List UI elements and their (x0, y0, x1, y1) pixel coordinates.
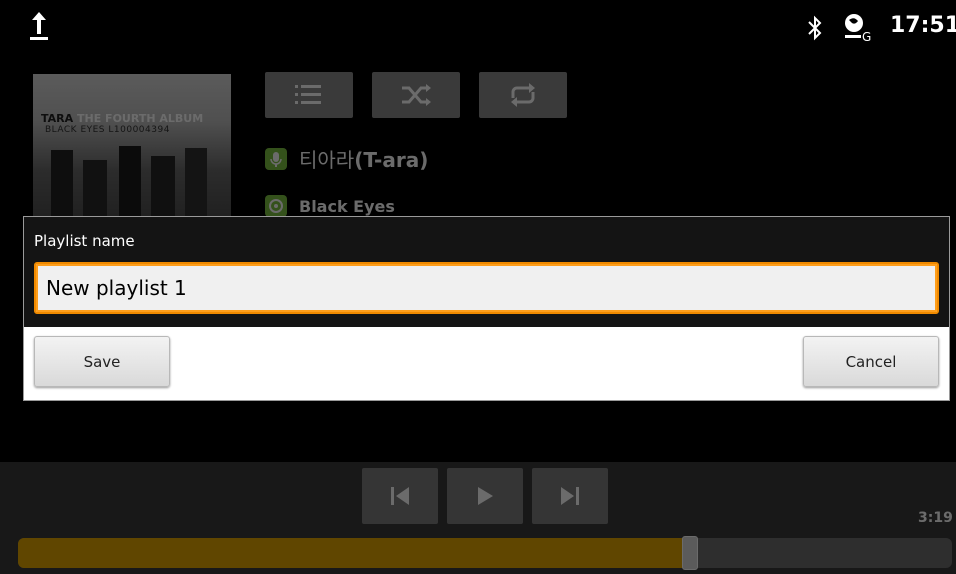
microphone-icon (265, 147, 287, 170)
save-button[interactable]: Save (34, 336, 170, 387)
song-title: Black Eyes (299, 196, 395, 216)
album-art-title: TARA THE FOURTH ALBUM (41, 112, 204, 125)
svg-text:G: G (862, 30, 871, 42)
bluetooth-icon (808, 15, 822, 41)
playlist-button[interactable] (265, 72, 353, 118)
album-art: TARA THE FOURTH ALBUM BLACK EYES L100004… (33, 74, 231, 234)
next-icon (561, 487, 579, 505)
playlist-icon (295, 85, 321, 104)
album-art-subtitle: BLACK EYES L100004394 (45, 125, 170, 135)
upload-icon (30, 12, 48, 40)
clock: 17:51 (890, 13, 956, 38)
dialog-button-bar: Save Cancel (24, 327, 949, 400)
progress-thumb[interactable] (682, 536, 698, 570)
cancel-button[interactable]: Cancel (803, 336, 939, 387)
artist-name: 티아라(T-ara) (299, 148, 429, 172)
repeat-icon (511, 83, 535, 107)
song-row: Black Eyes (265, 195, 395, 217)
shuffle-icon (402, 84, 431, 106)
status-bar: G 17:51 (0, 0, 956, 56)
play-button[interactable] (447, 468, 523, 524)
previous-button[interactable] (362, 468, 438, 524)
disc-icon (265, 195, 287, 217)
network-icon: G (845, 14, 871, 42)
shuffle-button[interactable] (372, 72, 460, 118)
total-time: 3:19 (918, 510, 953, 526)
new-playlist-dialog: Playlist name Save Cancel (23, 216, 950, 401)
next-button[interactable] (532, 468, 608, 524)
playlist-name-label: Playlist name (34, 232, 135, 250)
repeat-button[interactable] (479, 72, 567, 118)
dialog-body: Playlist name (24, 217, 949, 327)
artist-row: 티아라(T-ara) (265, 144, 428, 173)
playlist-name-input[interactable] (34, 262, 939, 314)
previous-icon (391, 487, 409, 505)
progress-fill (18, 538, 690, 568)
play-icon (478, 487, 493, 505)
